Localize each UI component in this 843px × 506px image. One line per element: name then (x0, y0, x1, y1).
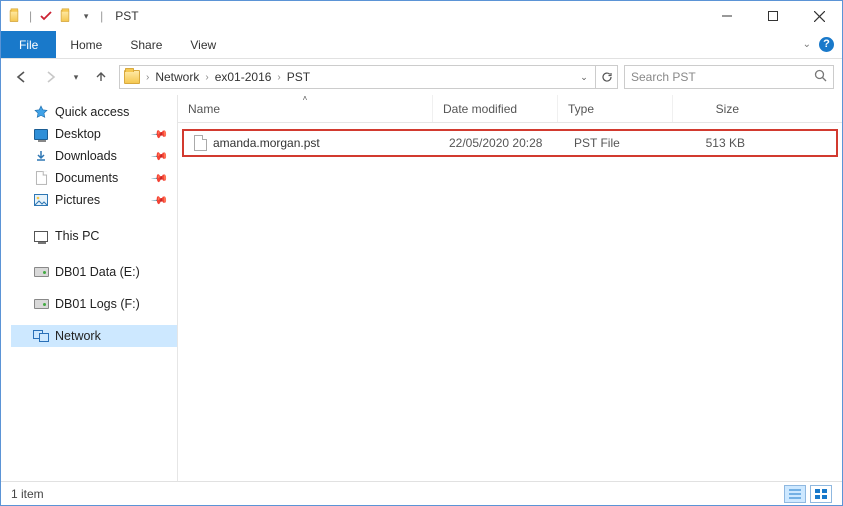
file-date: 22/05/2020 20:28 (439, 136, 564, 150)
ribbon: File Home Share View ⌄ ? (1, 31, 842, 59)
refresh-icon[interactable] (595, 66, 617, 88)
nav-label: Documents (55, 171, 118, 185)
nav-downloads[interactable]: Downloads 📌 (11, 145, 177, 167)
chevron-right-icon[interactable]: › (203, 72, 210, 83)
close-button[interactable] (796, 1, 842, 31)
nav-desktop[interactable]: Desktop 📌 (11, 123, 177, 145)
minimize-button[interactable] (704, 1, 750, 31)
recent-locations-button[interactable]: ▾ (69, 65, 83, 89)
download-icon (33, 148, 49, 164)
nav-label: Downloads (55, 149, 117, 163)
chevron-right-icon[interactable]: › (275, 72, 282, 83)
nav-drive-e[interactable]: DB01 Data (E:) (11, 261, 177, 283)
back-button[interactable] (9, 65, 33, 89)
ribbon-expand-icon[interactable]: ⌄ (803, 39, 811, 50)
pictures-icon (33, 192, 49, 208)
column-headers: Name ˄ Date modified Type Size (178, 95, 842, 123)
nav-documents[interactable]: Documents 📌 (11, 167, 177, 189)
file-name: amanda.morgan.pst (213, 136, 320, 150)
network-icon (33, 328, 49, 344)
nav-pictures[interactable]: Pictures 📌 (11, 189, 177, 211)
forward-button[interactable] (39, 65, 63, 89)
title-bar: | ▾ | PST (1, 1, 842, 31)
file-tab[interactable]: File (1, 31, 56, 58)
search-input[interactable]: Search PST (624, 65, 834, 89)
drive-icon (33, 296, 49, 312)
search-placeholder: Search PST (631, 70, 696, 84)
window-title: PST (115, 9, 138, 23)
nav-label: Network (55, 329, 101, 343)
breadcrumb-host[interactable]: ex01-2016 (211, 66, 276, 88)
status-bar: 1 item (1, 481, 842, 505)
drive-icon (33, 264, 49, 280)
nav-label: DB01 Logs (F:) (55, 297, 140, 311)
up-button[interactable] (89, 65, 113, 89)
column-name[interactable]: Name ˄ (178, 95, 433, 122)
desktop-icon (33, 126, 49, 142)
nav-label: Desktop (55, 127, 101, 141)
address-bar[interactable]: › Network › ex01-2016 › PST ⌄ (119, 65, 618, 89)
chevron-right-icon[interactable]: › (144, 72, 151, 83)
nav-network[interactable]: Network (11, 325, 177, 347)
column-type[interactable]: Type (558, 95, 673, 122)
pin-icon: 📌 (151, 169, 170, 188)
help-icon[interactable]: ? (819, 37, 834, 52)
address-dropdown-icon[interactable]: ⌄ (573, 66, 595, 88)
tab-home[interactable]: Home (56, 31, 116, 58)
content-area: Quick access Desktop 📌 Downloads 📌 Docum… (1, 95, 842, 481)
nav-label: Quick access (55, 105, 129, 119)
breadcrumb-network[interactable]: Network (151, 66, 203, 88)
pin-icon: 📌 (151, 191, 170, 210)
new-folder-icon[interactable] (58, 8, 74, 24)
pin-icon: 📌 (151, 125, 170, 144)
separator: | (100, 9, 103, 23)
tab-share[interactable]: Share (116, 31, 176, 58)
thumbnails-view-button[interactable] (810, 485, 832, 503)
navigation-pane: Quick access Desktop 📌 Downloads 📌 Docum… (1, 95, 177, 481)
nav-drive-f[interactable]: DB01 Logs (F:) (11, 293, 177, 315)
properties-icon[interactable] (38, 8, 54, 24)
file-list: Name ˄ Date modified Type Size amanda.mo… (177, 95, 842, 481)
qat-dropdown-icon[interactable]: ▾ (78, 8, 94, 24)
navigation-bar: ▾ › Network › ex01-2016 › PST ⌄ Search P… (1, 59, 842, 95)
file-type: PST File (564, 136, 679, 150)
nav-label: Pictures (55, 193, 100, 207)
item-count: 1 item (11, 487, 44, 501)
file-row[interactable]: amanda.morgan.pst 22/05/2020 20:28 PST F… (184, 133, 836, 153)
tab-view[interactable]: View (176, 31, 230, 58)
nav-label: This PC (55, 229, 99, 243)
computer-icon (33, 228, 49, 244)
pin-icon: 📌 (151, 147, 170, 166)
file-icon (194, 135, 207, 151)
nav-label: DB01 Data (E:) (55, 265, 140, 279)
app-icon (7, 8, 23, 24)
separator: | (29, 9, 32, 23)
breadcrumb-folder[interactable]: PST (283, 66, 314, 88)
search-icon (814, 69, 827, 85)
details-view-button[interactable] (784, 485, 806, 503)
document-icon (33, 170, 49, 186)
quick-access-toolbar: | ▾ | (1, 8, 105, 24)
maximize-button[interactable] (750, 1, 796, 31)
nav-quick-access[interactable]: Quick access (11, 101, 177, 123)
folder-icon (124, 70, 140, 84)
file-size: 513 KB (679, 136, 759, 150)
sort-ascending-icon: ˄ (303, 94, 308, 103)
highlighted-row: amanda.morgan.pst 22/05/2020 20:28 PST F… (182, 129, 838, 157)
nav-this-pc[interactable]: This PC (11, 225, 177, 247)
column-size[interactable]: Size (673, 95, 753, 122)
star-icon (33, 104, 49, 120)
column-date[interactable]: Date modified (433, 95, 558, 122)
